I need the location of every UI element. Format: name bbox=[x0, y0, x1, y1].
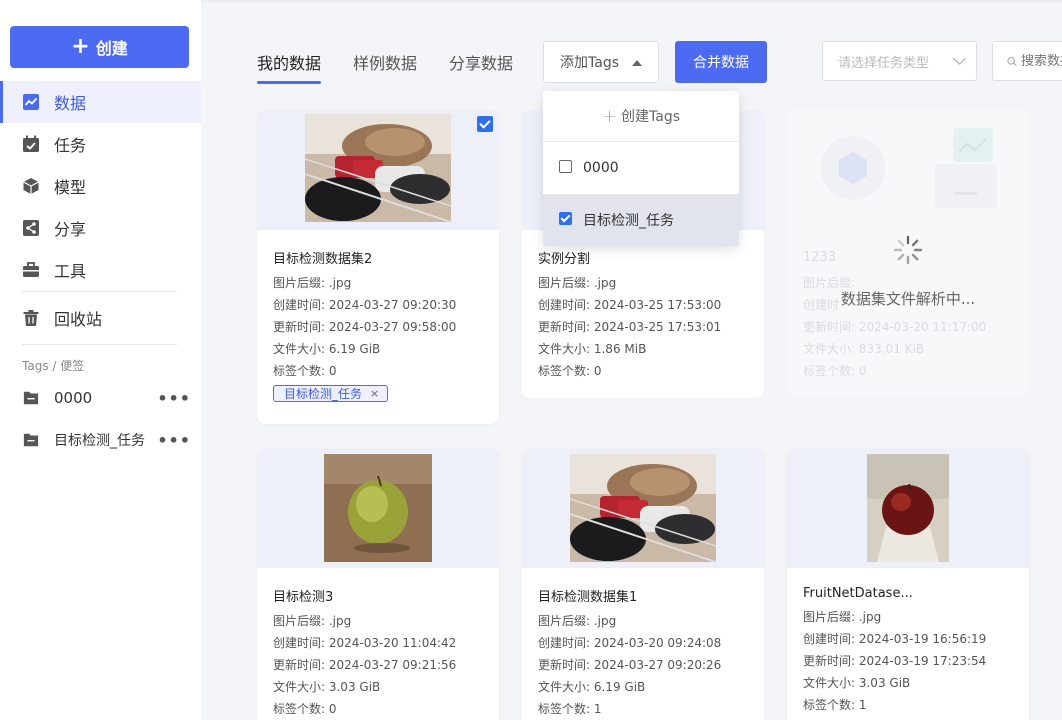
card-size: 文件大小: 1.86 MiB bbox=[538, 342, 647, 356]
toolbox-icon bbox=[23, 262, 39, 277]
card-created: 创建时间: 2024-03-27 09:20:30 bbox=[273, 298, 457, 312]
merge-data-button[interactable]: 合并数据 bbox=[675, 41, 767, 83]
card-size: 文件大小: 3.03 GiB bbox=[273, 680, 381, 694]
card-suffix: 图片后缀: .jpg bbox=[538, 614, 617, 628]
search-icon bbox=[1007, 56, 1017, 66]
card-thumbnail bbox=[257, 110, 499, 230]
tag-checkbox[interactable] bbox=[559, 212, 572, 225]
card-tag-chip: 目标检测_任务 × bbox=[273, 385, 389, 402]
more-icon[interactable]: ••• bbox=[157, 431, 191, 450]
loading-spinner-icon bbox=[893, 235, 923, 265]
sidebar-item-models[interactable]: 模型 bbox=[0, 165, 201, 207]
card-title: 目标检测数据集2 bbox=[273, 252, 373, 267]
card-title: FruitNetDatase... bbox=[803, 586, 913, 601]
create-tags-option[interactable]: + 创建Tags bbox=[543, 91, 739, 142]
card-labels: 标签个数: 1 bbox=[538, 702, 602, 716]
card-updated: 更新时间: 2024-03-27 09:20:26 bbox=[538, 658, 722, 672]
sidebar-item-data[interactable]: 数据 bbox=[0, 81, 201, 123]
tab-my-data[interactable]: 我的数据 bbox=[257, 50, 322, 84]
card-select-checkbox[interactable] bbox=[477, 116, 493, 132]
search-box[interactable] bbox=[992, 41, 1062, 81]
folder-icon bbox=[23, 391, 39, 405]
sidebar-item-recycle[interactable]: 回收站 bbox=[0, 297, 201, 339]
sidebar-divider bbox=[22, 291, 177, 292]
card-size: 文件大小: 3.03 GiB bbox=[803, 676, 911, 690]
sidebar-item-tasks[interactable]: 任务 bbox=[0, 123, 201, 165]
card-size: 文件大小: 6.19 GiB bbox=[273, 342, 381, 356]
close-icon[interactable]: × bbox=[370, 387, 379, 400]
card-updated: 更新时间: 2024-03-27 09:21:56 bbox=[273, 658, 457, 672]
card-updated: 更新时间: 2024-03-20 11:17:00 bbox=[803, 320, 987, 334]
chart-icon bbox=[23, 94, 39, 110]
chevron-down-icon bbox=[953, 52, 966, 65]
card-thumbnail bbox=[257, 448, 499, 568]
sidebar-nav: 数据 任务 模型 分享 工具 bbox=[0, 81, 201, 291]
card-created: 创建时间: 2024-03-19 16:56:19 bbox=[803, 632, 987, 646]
card-suffix: 图片后缀: .jpg bbox=[803, 610, 882, 624]
card-size: 文件大小: 6.19 GiB bbox=[538, 680, 646, 694]
card-updated: 更新时间: 2024-03-19 17:23:54 bbox=[803, 654, 987, 668]
trash-icon bbox=[23, 310, 39, 326]
sidebar-tag-item[interactable]: 目标检测_任务 ••• bbox=[0, 420, 201, 460]
sidebar: + 创建 数据 任务 模型 分享 工具 回收站 Tags / 便签 0000 •… bbox=[0, 0, 201, 720]
dropdown-tag-option[interactable]: 目标检测_任务 bbox=[543, 194, 739, 246]
card-title: 目标检测3 bbox=[273, 590, 334, 605]
green-apple-image bbox=[324, 454, 432, 562]
plus-icon: + bbox=[71, 34, 90, 59]
top-border bbox=[201, 0, 1062, 3]
share-icon bbox=[23, 220, 39, 236]
caret-up-icon bbox=[632, 60, 642, 66]
tab-shared-data[interactable]: 分享数据 bbox=[449, 50, 513, 74]
sidebar-tag-item[interactable]: 0000 ••• bbox=[0, 378, 201, 418]
tags-section-title: Tags / 便签 bbox=[22, 359, 85, 373]
tags-dropdown-menu: + 创建Tags 0000 目标检测_任务 bbox=[543, 91, 739, 246]
sidebar-item-share[interactable]: 分享 bbox=[0, 207, 201, 249]
dataset-card[interactable]: FruitNetDatase... 图片后缀: .jpg 创建时间: 2024-… bbox=[787, 448, 1029, 720]
card-updated: 更新时间: 2024-03-25 17:53:01 bbox=[538, 320, 722, 334]
card-thumbnail bbox=[522, 448, 764, 568]
card-size: 文件大小: 833.01 KiB bbox=[803, 342, 925, 356]
card-created: 创建时间: 2024-03-25 17:53:00 bbox=[538, 298, 722, 312]
card-title: 目标检测数据集1 bbox=[538, 590, 638, 605]
parsing-card: 1233 图片后缀: 创建时 更新时间: 2024-03-20 11:17:00… bbox=[787, 110, 1029, 398]
dropdown-tag-option[interactable]: 0000 bbox=[543, 142, 739, 194]
card-labels: 标签个数: 0 bbox=[803, 364, 867, 378]
create-button[interactable]: + 创建 bbox=[10, 26, 189, 68]
card-created: 创建时间: 2024-03-20 09:24:08 bbox=[538, 636, 722, 650]
card-title: 实例分割 bbox=[538, 252, 591, 267]
card-title: 1233 bbox=[803, 250, 837, 265]
sidebar-item-tools[interactable]: 工具 bbox=[0, 249, 201, 291]
card-labels: 标签个数: 0 bbox=[273, 702, 337, 716]
task-type-select[interactable]: 请选择任务类型 bbox=[822, 41, 977, 81]
cube-icon bbox=[23, 178, 39, 194]
card-updated: 更新时间: 2024-03-27 09:58:00 bbox=[273, 320, 457, 334]
search-input[interactable] bbox=[1021, 53, 1062, 69]
card-labels: 标签个数: 0 bbox=[273, 364, 337, 378]
card-suffix: 图片后缀: .jpg bbox=[273, 276, 352, 290]
add-tags-dropdown[interactable]: 添加Tags bbox=[543, 41, 659, 83]
red-apple-image bbox=[867, 454, 949, 562]
sidebar-divider bbox=[22, 344, 177, 345]
dataset-card[interactable]: 目标检测数据集2 图片后缀: .jpg 创建时间: 2024-03-27 09:… bbox=[257, 110, 499, 424]
card-labels: 标签个数: 1 bbox=[803, 698, 867, 712]
shoes-rack-image bbox=[570, 454, 716, 562]
card-suffix: 图片后缀: .jpg bbox=[273, 614, 352, 628]
plus-icon: + bbox=[601, 105, 618, 127]
more-icon[interactable]: ••• bbox=[157, 389, 191, 408]
card-created: 创建时间: 2024-03-20 11:04:42 bbox=[273, 636, 457, 650]
folder-icon bbox=[23, 433, 39, 447]
calendar-icon bbox=[23, 135, 39, 152]
placeholder-illustration bbox=[821, 128, 997, 208]
dataset-card[interactable]: 目标检测数据集1 图片后缀: .jpg 创建时间: 2024-03-20 09:… bbox=[522, 448, 764, 720]
card-thumbnail bbox=[787, 448, 1029, 568]
card-suffix: 图片后缀: .jpg bbox=[538, 276, 617, 290]
tag-checkbox[interactable] bbox=[559, 160, 572, 173]
card-labels: 标签个数: 0 bbox=[538, 364, 602, 378]
tab-sample-data[interactable]: 样例数据 bbox=[353, 50, 417, 74]
dataset-card[interactable]: 目标检测3 图片后缀: .jpg 创建时间: 2024-03-20 11:04:… bbox=[257, 448, 499, 720]
shoes-rack-image bbox=[305, 114, 451, 222]
parsing-status: 数据集文件解析中... bbox=[840, 290, 976, 308]
